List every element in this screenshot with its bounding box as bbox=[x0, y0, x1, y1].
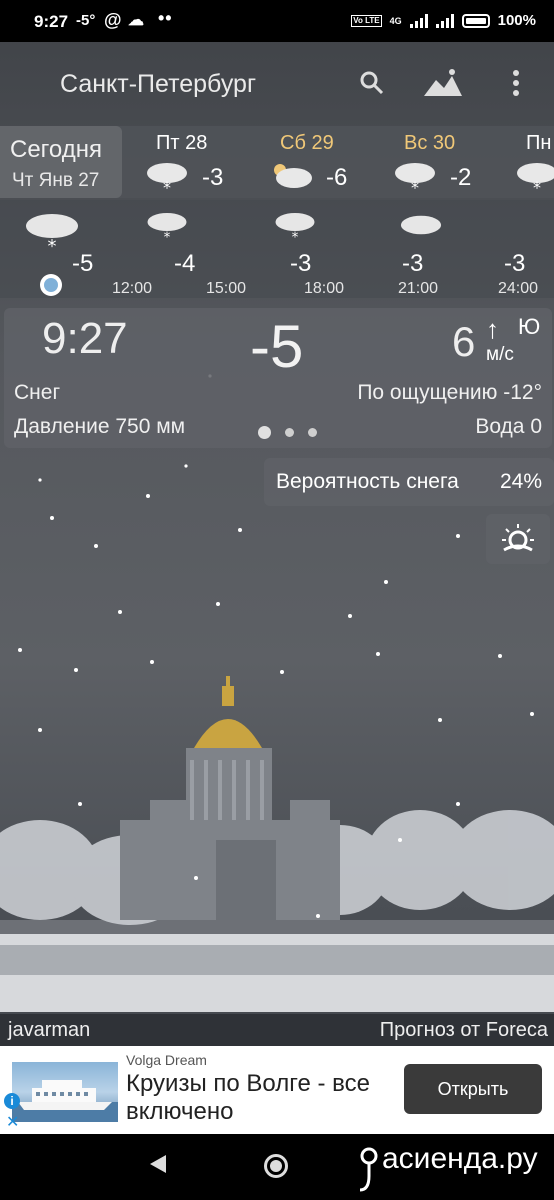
status-right: Vo LTE 4G 100% bbox=[351, 12, 536, 29]
ad-close-icon[interactable]: ✕ bbox=[6, 1112, 19, 1132]
svg-text:*: * bbox=[48, 236, 57, 252]
wind-speed: 6 bbox=[452, 318, 476, 365]
snow-cloud-icon: * bbox=[395, 163, 435, 194]
feels-like: По ощущению -12° bbox=[357, 381, 542, 404]
sun-info-button[interactable] bbox=[486, 514, 550, 564]
hour-temp: -3 bbox=[290, 250, 312, 277]
day-temp: -3 bbox=[202, 164, 224, 191]
day-item[interactable]: Пн * bbox=[516, 130, 554, 198]
ship-image bbox=[12, 1080, 118, 1122]
hour-temp: -5 bbox=[72, 250, 94, 277]
city-title[interactable]: Санкт-Петербург bbox=[60, 70, 256, 99]
current-time-marker bbox=[40, 274, 62, 296]
day-name: Вс 30 bbox=[404, 132, 456, 154]
day-item[interactable]: Вс 30 * -2 bbox=[394, 130, 504, 198]
hour-time: 15:00 bbox=[206, 280, 247, 297]
ad-title[interactable]: Круизы по Волге - все включено bbox=[126, 1070, 386, 1126]
ad-open-button[interactable]: Открыть bbox=[404, 1064, 542, 1114]
hour-time: 21:00 bbox=[398, 280, 439, 297]
snow-cloud-icon: * bbox=[275, 213, 315, 243]
snow-cloud-icon: * bbox=[147, 213, 187, 243]
photo-credit[interactable]: javarman bbox=[8, 1019, 90, 1042]
status-time: 9:27 bbox=[34, 12, 69, 31]
wind-arrow-icon: ↑ bbox=[486, 314, 499, 344]
more-notifications-icon: •• bbox=[158, 8, 173, 28]
precip-label: Вероятность снега bbox=[276, 470, 459, 493]
more-menu-icon[interactable] bbox=[510, 68, 522, 98]
day-name: Пн bbox=[526, 132, 552, 154]
wind-direction: Ю bbox=[518, 314, 541, 339]
sunrise-icon bbox=[502, 524, 534, 552]
day-item[interactable]: Пт 28 * -3 bbox=[146, 130, 256, 198]
cloud-icon: ☁ bbox=[128, 12, 144, 29]
hour-item: * -5 bbox=[24, 204, 104, 294]
status-temp: -5° bbox=[76, 12, 96, 29]
forecast-provider[interactable]: Прогноз от Foreca bbox=[380, 1019, 548, 1042]
today-tab[interactable]: Сегодня Чт Янв 27 bbox=[0, 126, 122, 198]
wind-unit: м/с bbox=[486, 344, 514, 365]
precip-value: 24% bbox=[499, 470, 542, 493]
battery-percent: 100% bbox=[497, 12, 536, 29]
svg-text:*: * bbox=[292, 230, 299, 243]
hour-item: 24:00 bbox=[474, 204, 554, 297]
ad-brand: Volga Dream bbox=[126, 1052, 207, 1068]
day-name: Пт 28 bbox=[156, 132, 208, 154]
svg-text:*: * bbox=[163, 178, 171, 194]
svg-text:*: * bbox=[411, 178, 419, 194]
svg-text:*: * bbox=[164, 230, 171, 243]
snow-cloud-icon: * bbox=[26, 214, 78, 252]
search-icon[interactable] bbox=[358, 68, 386, 98]
hour-time: 12:00 bbox=[112, 280, 153, 297]
watermark-logo bbox=[359, 1147, 378, 1192]
pressure: Давление 750 мм bbox=[14, 415, 186, 438]
battery-icon bbox=[461, 13, 490, 28]
day-temp: -2 bbox=[450, 164, 472, 191]
current-clock: 9:27 bbox=[42, 314, 128, 363]
signal-icon-2 bbox=[435, 13, 454, 28]
hour-item: 21:00 -3 bbox=[398, 204, 525, 297]
snow-cloud-icon: * bbox=[147, 163, 187, 194]
sun-cloud-icon bbox=[274, 164, 312, 188]
status-bar: 9:27 -5° @ ☁ •• Vo LTE 4G 100% bbox=[0, 0, 554, 42]
hour-time: 24:00 bbox=[498, 280, 539, 297]
landscape-icon[interactable] bbox=[422, 68, 464, 98]
volte-icon: Vo LTE bbox=[351, 14, 382, 27]
today-date: Чт Янв 27 bbox=[12, 170, 100, 191]
snow-cloud-icon: * bbox=[517, 163, 554, 194]
hour-temp: -4 bbox=[174, 250, 196, 277]
page-indicator bbox=[258, 426, 317, 439]
svg-text:*: * bbox=[533, 178, 541, 194]
ad-info-icon[interactable]: i bbox=[4, 1093, 20, 1109]
at-icon: @ bbox=[104, 10, 122, 30]
ad-image[interactable] bbox=[12, 1062, 118, 1122]
home-icon[interactable] bbox=[264, 1154, 288, 1178]
today-label: Сегодня bbox=[10, 136, 102, 163]
day-name: Сб 29 bbox=[280, 132, 334, 154]
hour-time: 18:00 bbox=[304, 280, 345, 297]
back-icon[interactable] bbox=[150, 1155, 166, 1173]
water-temp: Вода 0 bbox=[475, 415, 542, 438]
day-temp: -6 bbox=[326, 164, 348, 191]
watermark-text: асиенда.ру bbox=[382, 1142, 538, 1175]
network-type: 4G bbox=[389, 15, 402, 26]
condition-text: Снег bbox=[14, 381, 61, 404]
signal-icon bbox=[409, 13, 428, 28]
day-item[interactable]: Сб 29 -6 bbox=[270, 130, 380, 198]
current-temp: -5 bbox=[250, 313, 304, 380]
